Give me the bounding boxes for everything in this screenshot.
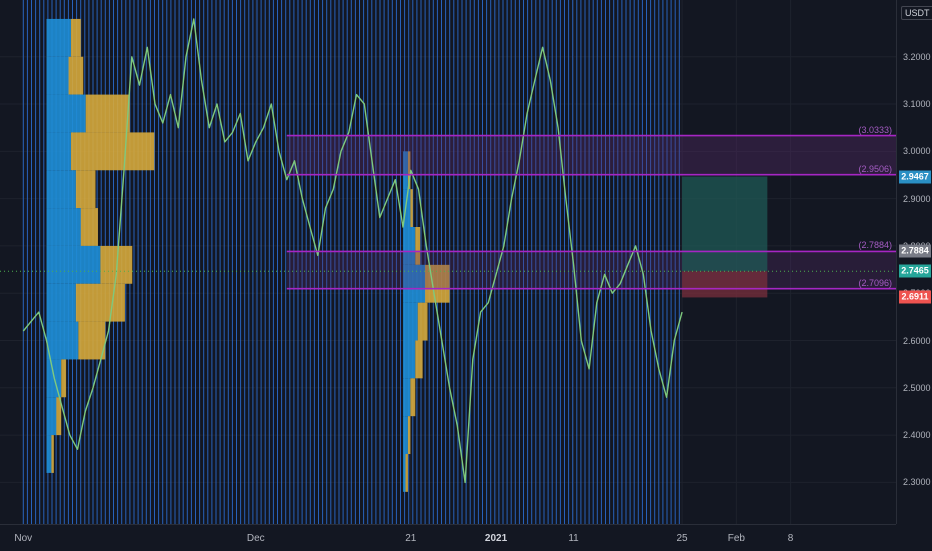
price-axis[interactable]: USDT 3.20003.10003.00002.90002.80002.700…: [896, 0, 932, 524]
volume-bar-down: [417, 302, 428, 341]
volume-bar-up: [403, 340, 416, 379]
time-tick-label: 25: [676, 533, 688, 544]
level-label: (2.9506): [858, 163, 892, 174]
price-tick-label: 2.9000: [903, 193, 931, 204]
time-tick-label: 21: [405, 533, 417, 544]
volume-bar-down: [410, 189, 413, 228]
time-tick-label: 8: [787, 533, 794, 544]
volume-bar-down: [80, 208, 98, 246]
chart-pane[interactable]: (3.0333) (2.9506) (2.7884) (2.7096): [0, 0, 896, 524]
volume-bar-down: [407, 416, 411, 455]
volume-bar-down: [61, 359, 67, 398]
price-tag: 2.7884: [899, 244, 931, 258]
price-tag: 2.6911: [899, 290, 931, 304]
price-tick-label: 2.3000: [903, 477, 931, 488]
volume-bar-up: [46, 208, 81, 246]
chart-app: (3.0333) (2.9506) (2.7884) (2.7096) USDT 3.…: [0, 0, 932, 550]
resistance-zone: [286, 135, 896, 175]
volume-bar-up: [46, 56, 69, 95]
volume-bar-down: [71, 18, 81, 57]
volume-bar-down: [415, 340, 423, 379]
price-tag: 2.9467: [899, 170, 931, 184]
level-label: (2.7096): [858, 277, 892, 288]
volume-bar-up: [403, 416, 408, 455]
position-stop-area: [682, 271, 768, 298]
volume-bar-up: [46, 245, 101, 284]
level-label: (3.0333): [858, 124, 892, 135]
volume-bar-down: [75, 283, 125, 322]
volume-bar-down: [71, 132, 155, 171]
time-tick-label: 11: [568, 533, 579, 544]
time-tick-label: Nov: [14, 533, 33, 544]
volume-bar-up: [46, 321, 79, 360]
volume-bar-down: [78, 321, 106, 360]
volume-bar-up: [403, 454, 406, 492]
price-tick-label: 3.1000: [903, 99, 931, 110]
volume-bar-up: [403, 378, 411, 417]
time-tick-label: 2021: [484, 533, 508, 544]
price-tick-label: 3.2000: [903, 51, 931, 62]
time-tick-label: Feb: [727, 533, 745, 544]
volume-bar-down: [68, 56, 84, 95]
price-tick-label: 2.5000: [903, 382, 931, 393]
volume-bar-up: [46, 18, 72, 57]
volume-bar-down: [405, 454, 408, 492]
volume-bar-up: [403, 302, 418, 341]
volume-bar-down: [410, 378, 416, 417]
volume-bar-down: [85, 94, 130, 133]
level-label: (2.7884): [858, 240, 892, 251]
volume-bar-down: [75, 170, 96, 209]
price-tick-label: 2.4000: [903, 430, 931, 441]
volume-bar-down: [51, 435, 54, 473]
price-tick-label: 2.6000: [903, 335, 931, 346]
time-tick-label: Dec: [246, 533, 265, 544]
volume-bar-up: [46, 94, 86, 133]
volume-bar-up: [46, 170, 76, 209]
volume-bar-up: [46, 283, 76, 322]
volume-bar-up: [46, 435, 52, 473]
volume-bar-up: [46, 397, 57, 436]
time-axis[interactable]: Nov Dec 21 2021 11 25 Feb 8: [0, 524, 896, 551]
price-tag: 2.7465: [899, 264, 931, 278]
price-chart[interactable]: [0, 0, 896, 524]
support-zone: [286, 251, 896, 289]
position-target-area: [682, 176, 768, 272]
currency-label: USDT: [901, 6, 932, 20]
price-tick-label: 3.0000: [903, 146, 931, 157]
volume-bar-up: [46, 132, 72, 171]
